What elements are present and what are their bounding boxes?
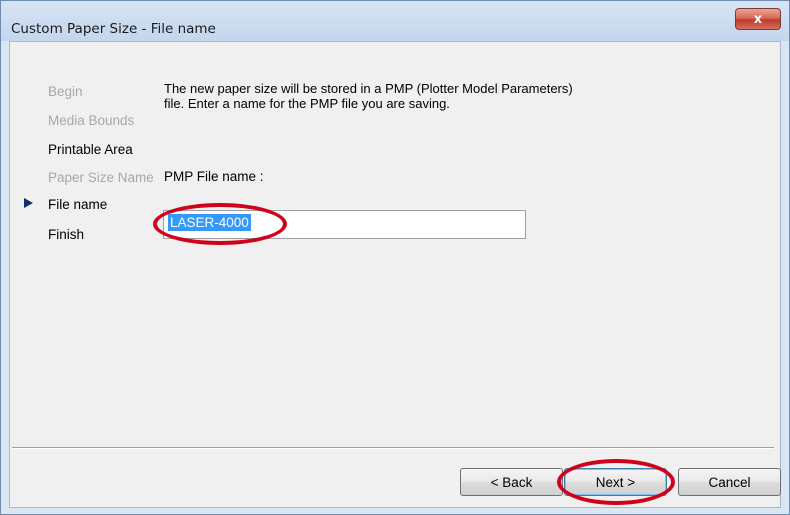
step-media-bounds: Media Bounds — [48, 113, 135, 128]
title-bar[interactable]: Custom Paper Size - File name x — [1, 1, 789, 41]
close-button[interactable]: x — [735, 8, 781, 30]
back-button[interactable]: < Back — [460, 468, 563, 496]
step-finish: Finish — [48, 227, 85, 242]
button-separator — [12, 447, 774, 449]
dialog-window: Custom Paper Size - File name x — [0, 0, 790, 515]
current-step-arrow-icon — [24, 198, 33, 208]
step-paper-size-name: Paper Size Name — [48, 170, 154, 185]
step-begin: Begin — [48, 84, 83, 99]
step-description: The new paper size will be stored in a P… — [164, 81, 573, 111]
cancel-button[interactable]: Cancel — [678, 468, 781, 496]
pmp-file-name-label: PMP File name : — [164, 169, 264, 184]
close-icon: x — [753, 11, 763, 27]
step-printable-area: Printable Area — [48, 142, 133, 157]
window-title: Custom Paper Size - File name — [11, 21, 216, 37]
dialog-client-area — [9, 41, 781, 508]
pmp-file-name-value: LASER-4000 — [168, 214, 251, 231]
step-file-name: File name — [48, 197, 108, 212]
pmp-file-name-input[interactable]: LASER-4000 — [163, 210, 526, 239]
next-button[interactable]: Next > — [564, 468, 667, 496]
